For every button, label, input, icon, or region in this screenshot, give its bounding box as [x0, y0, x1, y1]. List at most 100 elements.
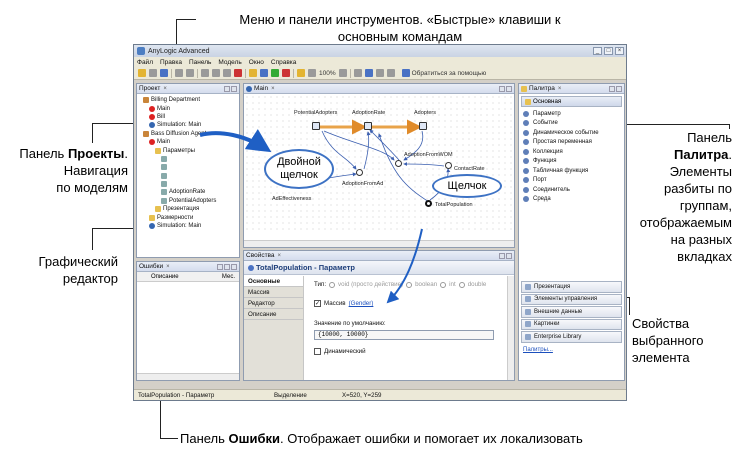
palette-group-tab[interactable]: Enterprise Library — [521, 331, 622, 343]
dynamic-checkbox[interactable] — [314, 348, 321, 355]
zoom-level[interactable]: 100% — [319, 70, 336, 77]
properties-vscrollbar[interactable] — [507, 276, 514, 380]
palette-group-tab[interactable]: Элементы управления — [521, 293, 622, 305]
close-icon[interactable]: × — [271, 86, 275, 92]
copy-icon[interactable] — [212, 69, 220, 77]
minimize-icon[interactable] — [224, 85, 230, 92]
graphical-editor-canvas[interactable]: PotentialAdopters AdoptionRate Adopters … — [244, 94, 514, 234]
projects-tab[interactable]: Проект — [139, 85, 160, 92]
tree-item[interactable]: Презентация — [143, 205, 239, 213]
stock-potential-adopters[interactable] — [312, 122, 320, 130]
gender-link[interactable]: (Gender) — [349, 300, 374, 307]
model-icon[interactable] — [260, 69, 268, 77]
zoom-in-icon[interactable] — [308, 69, 316, 77]
menu-item[interactable]: Модель — [218, 59, 241, 66]
close-icon[interactable]: × — [558, 86, 562, 92]
tree-item[interactable]: PotentialAdopters — [143, 197, 239, 205]
align-icon[interactable] — [375, 69, 384, 77]
properties-tab[interactable]: Свойства — [246, 252, 275, 259]
menu-item[interactable]: Справка — [271, 59, 297, 66]
palette-item[interactable]: Параметр — [519, 109, 624, 119]
menu-item[interactable]: Окно — [249, 59, 264, 66]
tree-item[interactable]: Размерности — [143, 213, 239, 221]
param-contact-rate[interactable] — [445, 162, 452, 169]
save-icon[interactable] — [160, 69, 168, 77]
palette-tab[interactable]: Палитра — [529, 85, 555, 92]
run-icon[interactable] — [271, 69, 279, 77]
array-checkbox[interactable]: ✓ — [314, 300, 321, 307]
errors-col-description[interactable]: Описание — [151, 274, 179, 280]
help-button[interactable]: Обратиться за помощью — [401, 69, 486, 77]
variable-adoption-from-wom[interactable] — [395, 160, 402, 167]
tree-item[interactable] — [143, 180, 239, 188]
variable-adoption-from-ad[interactable] — [356, 169, 363, 176]
lightbulb-icon[interactable] — [353, 69, 362, 77]
properties-tab-item[interactable]: Основные — [244, 276, 303, 287]
grid-icon[interactable] — [364, 69, 373, 77]
type-radio-double[interactable] — [458, 281, 465, 288]
minimize-icon[interactable] — [609, 85, 615, 92]
menu-item[interactable]: Правка — [160, 59, 182, 66]
editor-hscrollbar[interactable] — [244, 240, 514, 247]
minimize-icon[interactable] — [224, 263, 230, 270]
tree-item[interactable]: Main — [143, 104, 239, 112]
palettes-link[interactable]: Палитры... — [523, 347, 553, 353]
maximize-icon[interactable] — [506, 252, 512, 259]
maximize-icon[interactable] — [616, 85, 622, 92]
tree-item[interactable]: Simulation: Main — [143, 121, 239, 129]
tree-item[interactable]: AdoptionRate — [143, 188, 239, 196]
delete-icon[interactable] — [234, 69, 242, 77]
properties-tab-item[interactable]: Массив — [244, 287, 303, 298]
minimize-icon[interactable] — [499, 85, 505, 92]
palette-section-header[interactable]: Основная — [521, 96, 622, 107]
palette-item[interactable]: Событие — [519, 119, 624, 129]
cut-icon[interactable] — [201, 69, 209, 77]
new-icon[interactable] — [138, 69, 146, 77]
redo-icon[interactable] — [186, 69, 194, 77]
type-radio-boolean[interactable] — [406, 281, 413, 288]
palette-item[interactable]: Порт — [519, 176, 624, 186]
errors-scrollbar[interactable] — [137, 373, 239, 380]
close-icon[interactable]: × — [163, 86, 167, 92]
stock-adopters[interactable] — [419, 122, 427, 130]
maximize-icon[interactable] — [506, 85, 512, 92]
tree-item[interactable]: Simulation: Main — [143, 222, 239, 230]
maximize-icon[interactable] — [231, 85, 237, 92]
open-icon[interactable] — [149, 69, 157, 77]
palette-item[interactable]: Табличная функция — [519, 166, 624, 176]
tree-item[interactable] — [143, 155, 239, 163]
layout-icon[interactable] — [386, 69, 395, 77]
editor-tab-main[interactable]: Main — [254, 85, 268, 92]
type-radio-void[interactable] — [329, 281, 336, 288]
zoom-out-icon[interactable] — [338, 69, 347, 77]
maximize-button[interactable]: □ — [604, 47, 613, 55]
tree-item[interactable]: Main — [143, 138, 239, 146]
palette-group-tab[interactable]: Картинки — [521, 318, 622, 330]
default-value-field[interactable]: {10000, 10000} — [314, 330, 494, 340]
tree-item[interactable]: Параметры — [143, 146, 239, 154]
palette-group-tab[interactable]: Презентация — [521, 281, 622, 293]
palette-group-tab[interactable]: Внешние данные — [521, 306, 622, 318]
menu-item[interactable]: Файл — [137, 59, 153, 66]
type-radio-int[interactable] — [440, 281, 447, 288]
properties-tab-item[interactable]: Редактор — [244, 298, 303, 309]
palette-item[interactable]: Динамическое событие — [519, 128, 624, 138]
tree-item[interactable]: Bass Diffusion Agent — [143, 130, 239, 138]
tree-item[interactable]: Billing Department — [143, 96, 239, 104]
close-icon[interactable]: × — [278, 253, 282, 259]
stop-icon[interactable] — [282, 69, 290, 77]
palette-item[interactable]: Соединитель — [519, 185, 624, 195]
build-icon[interactable] — [249, 69, 257, 77]
close-icon[interactable]: × — [166, 264, 170, 270]
palette-item[interactable]: Среда — [519, 195, 624, 205]
param-total-population[interactable] — [425, 200, 432, 207]
flow-adoption-rate[interactable] — [364, 122, 372, 130]
palette-item[interactable]: Функция — [519, 157, 624, 167]
filter-icon[interactable] — [217, 263, 223, 270]
tree-item[interactable] — [143, 163, 239, 171]
tree-item[interactable]: Bill — [143, 113, 239, 121]
paste-icon[interactable] — [223, 69, 231, 77]
errors-col-location[interactable]: Мес. — [222, 274, 235, 280]
maximize-icon[interactable] — [231, 263, 237, 270]
minimize-icon[interactable] — [499, 252, 505, 259]
